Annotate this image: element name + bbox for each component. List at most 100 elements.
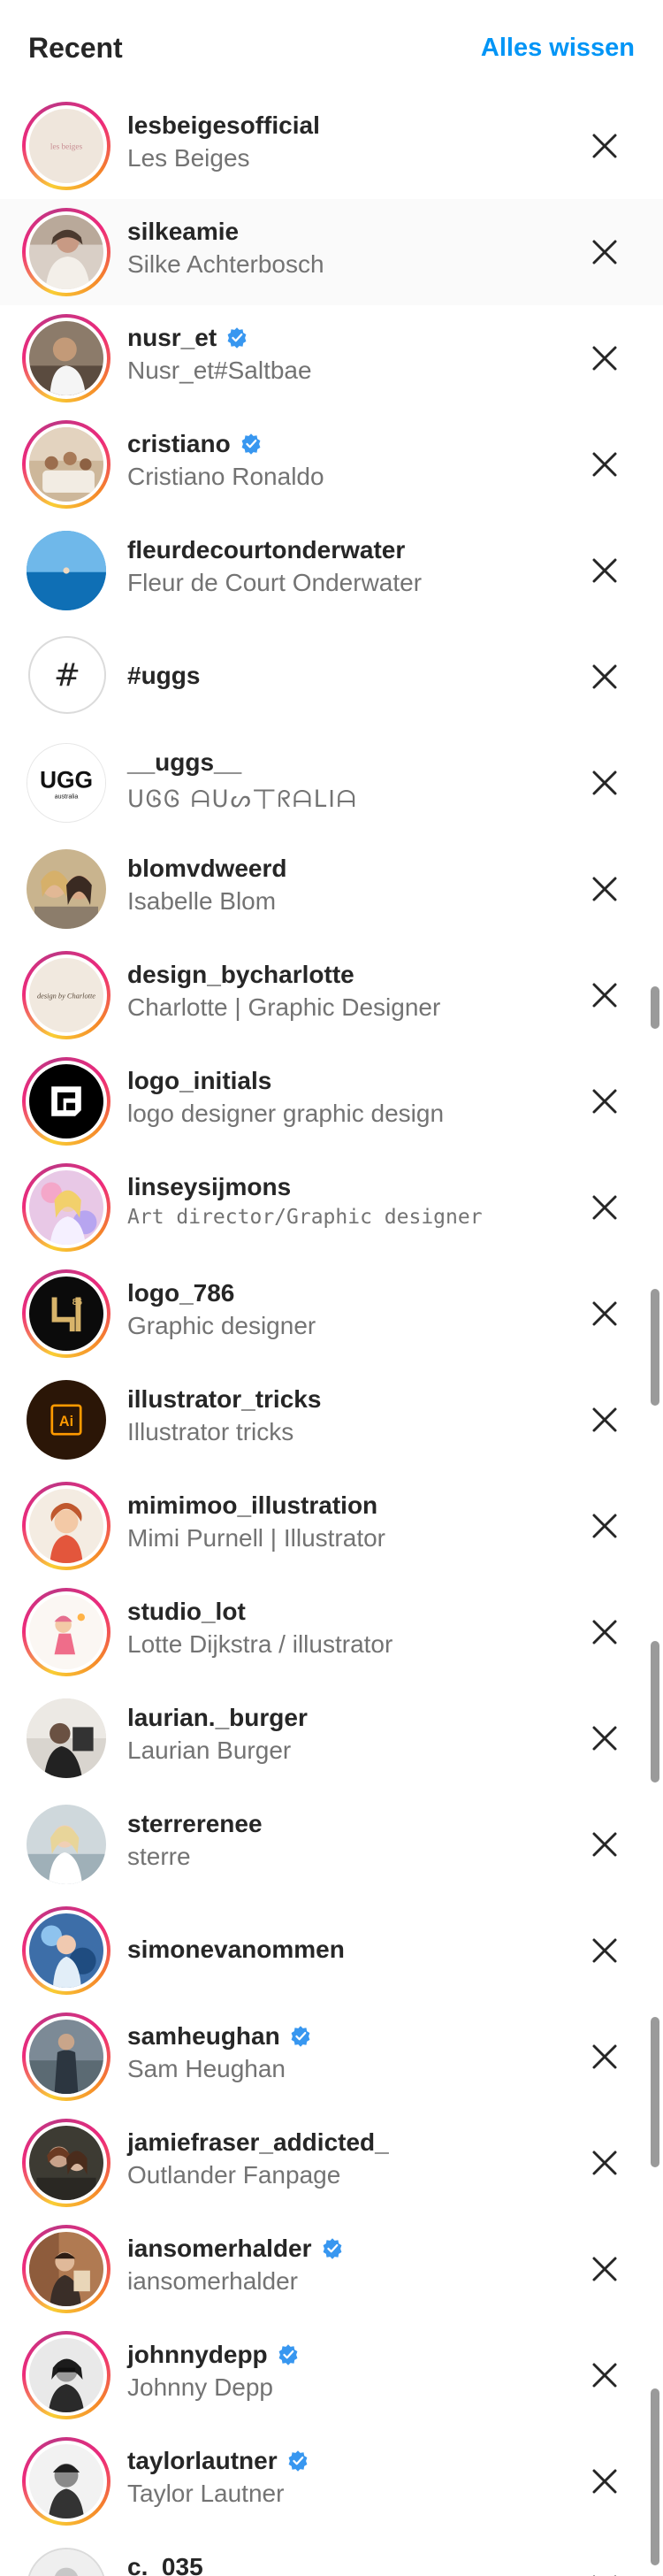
avatar[interactable] [22,1163,110,1252]
list-item[interactable]: # #uggs [0,624,663,730]
list-item[interactable]: taylorlautner Taylor Lautner [0,2428,663,2534]
remove-icon[interactable] [587,2039,622,2074]
item-text: __uggs__ ᑌᎶᎶ ᗩᑌᔕ丅ᖇᗩᒪIᗩ [127,746,543,814]
list-item[interactable]: cristiano Cristiano Ronaldo [0,411,663,518]
scrollbar[interactable] [651,1289,659,1406]
verified-badge-icon [288,2450,308,2472]
avatar[interactable] [22,2225,110,2313]
avatar[interactable] [22,845,110,933]
remove-icon[interactable] [587,659,622,694]
remove-icon[interactable] [587,1721,622,1756]
avatar[interactable] [22,2437,110,2526]
list-item[interactable]: laurian._burger Laurian Burger [0,1685,663,1791]
list-item[interactable]: sterrerenee sterre [0,1791,663,1898]
avatar[interactable]: design by Charlotte [22,951,110,1039]
remove-icon[interactable] [587,553,622,588]
full-name: Nusr_et#Saltbae [127,356,312,384]
list-item[interactable]: iansomerhalder iansomerhalder [0,2216,663,2322]
list-item[interactable]: UGG australia __uggs__ ᑌᎶᎶ ᗩᑌᔕ丅ᖇᗩᒪIᗩ [0,730,663,836]
list-item[interactable]: logo_initials logo designer graphic desi… [0,1048,663,1154]
item-text: studio_lot Lotte Dijkstra / illustrator [127,1595,543,1659]
list-item[interactable]: silkeamie Silke Achterbosch [0,199,663,305]
remove-icon[interactable] [587,2145,622,2181]
avatar[interactable] [22,1588,110,1676]
avatar[interactable] [22,1906,110,1995]
remove-icon[interactable] [587,1508,622,1544]
scrollbar[interactable] [651,986,659,1029]
avatar[interactable] [22,314,110,402]
item-text: design_bycharlotte Charlotte | Graphic D… [127,958,543,1022]
username: blomvdweerd [127,855,287,882]
list-item[interactable]: fleurdecourtonderwater Fleur de Court On… [0,518,663,624]
full-name: Johnny Depp [127,2373,274,2401]
remove-icon[interactable] [587,1614,622,1650]
list-item[interactable]: simonevanommen [0,1898,663,2004]
list-item[interactable]: blomvdweerd Isabelle Blom [0,836,663,942]
remove-icon[interactable] [587,2570,622,2576]
item-text: nusr_et Nusr_et#Saltbae [127,321,543,385]
avatar[interactable] [22,1482,110,1570]
remove-icon[interactable] [587,978,622,1013]
remove-icon[interactable] [587,765,622,801]
avatar[interactable] [22,1800,110,1889]
avatar[interactable]: Ai [22,1376,110,1464]
remove-icon[interactable] [587,1402,622,1438]
full-name: Graphic designer [127,1312,316,1339]
list-item[interactable]: linseysijmons Art director/Graphic desig… [0,1154,663,1261]
remove-icon[interactable] [587,234,622,270]
list-item[interactable]: c._035 [0,2534,663,2576]
avatar[interactable]: UGG australia [22,739,110,827]
remove-icon[interactable] [587,1827,622,1862]
remove-icon[interactable] [587,1933,622,1968]
full-name: Taylor Lautner [127,2480,285,2507]
item-text: mimimoo_illustration Mimi Purnell | Illu… [127,1489,543,1552]
list-item[interactable]: nusr_et Nusr_et#Saltbae [0,305,663,411]
list-item[interactable]: Ai illustrator_tricks Illustrator tricks [0,1367,663,1473]
list-item[interactable]: studio_lot Lotte Dijkstra / illustrator [0,1579,663,1685]
avatar[interactable] [22,1057,110,1146]
list-item[interactable]: samheughan Sam Heughan [0,2004,663,2110]
avatar[interactable] [22,420,110,509]
item-text: taylorlautner Taylor Lautner [127,2444,543,2508]
remove-icon[interactable] [587,447,622,482]
list-item[interactable]: design by Charlotte design_bycharlotte C… [0,942,663,1048]
avatar[interactable] [22,2543,110,2576]
username: taylorlautner [127,2447,278,2474]
remove-icon[interactable] [587,871,622,907]
remove-icon[interactable] [587,1190,622,1225]
username: simonevanommen [127,1936,345,1963]
recent-title: Recent [28,32,123,64]
avatar[interactable] [22,208,110,296]
remove-icon[interactable] [587,128,622,164]
avatar[interactable] [22,526,110,615]
remove-icon[interactable] [587,2251,622,2287]
avatar-logo-text: Ai [59,1414,73,1430]
avatar[interactable]: les beiges [22,102,110,190]
scrollbar[interactable] [651,2388,659,2565]
remove-icon[interactable] [587,1296,622,1331]
username: studio_lot [127,1598,246,1625]
clear-all-button[interactable]: Alles wissen [481,34,635,63]
list-item[interactable]: 86 logo_786 Graphic designer [0,1261,663,1367]
remove-icon[interactable] [587,1084,622,1119]
username: __uggs__ [127,748,242,776]
avatar[interactable] [22,2119,110,2207]
avatar[interactable] [22,1694,110,1782]
avatar[interactable] [22,2331,110,2419]
hashtag-name: #uggs [127,662,201,689]
list-item[interactable]: les beiges lesbeigesofficial Les Beiges [0,93,663,199]
remove-icon[interactable] [587,341,622,376]
scrollbar[interactable] [651,1641,659,1782]
remove-icon[interactable] [587,2358,622,2393]
remove-icon[interactable] [587,2464,622,2499]
list-item[interactable]: johnnydepp Johnny Depp [0,2322,663,2428]
list-item[interactable]: jamiefraser_addicted_ Outlander Fanpage [0,2110,663,2216]
full-name: iansomerhalder [127,2267,298,2295]
item-text: c._035 [127,2550,543,2576]
list-item[interactable]: mimimoo_illustration Mimi Purnell | Illu… [0,1473,663,1579]
avatar[interactable] [22,2012,110,2101]
scrollbar[interactable] [651,2017,659,2167]
hashtag-icon[interactable]: # [28,636,106,714]
avatar[interactable]: 86 [22,1269,110,1358]
verified-badge-icon [241,433,261,455]
